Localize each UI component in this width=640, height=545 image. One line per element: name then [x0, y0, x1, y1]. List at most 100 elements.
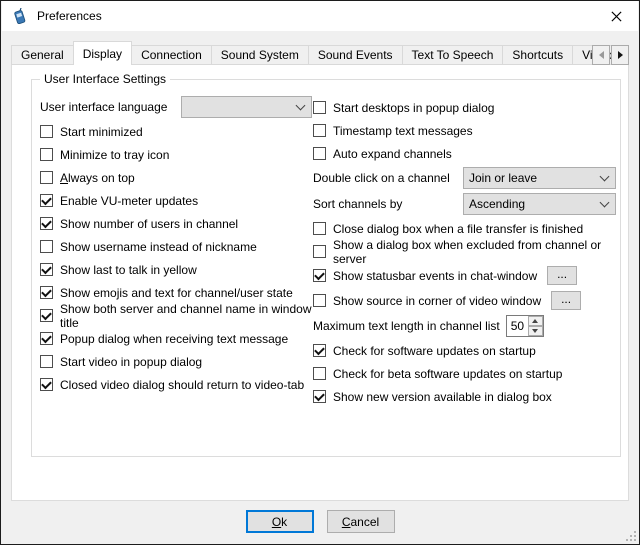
row-start-minimized: Start minimized	[40, 120, 312, 143]
checkbox-label: Start minimized	[60, 125, 143, 139]
checkbox-show-number-of-users[interactable]	[40, 217, 53, 230]
checkbox-timestamp-text-messages[interactable]	[313, 124, 326, 137]
chevron-down-icon	[600, 198, 610, 208]
arrow-right-icon	[618, 51, 623, 59]
checkbox-check-software-updates[interactable]	[313, 344, 326, 357]
ok-button-label: Ok	[272, 515, 287, 529]
row-auto-expand-channels: Auto expand channels	[313, 142, 616, 165]
row-minimize-to-tray: Minimize to tray icon	[40, 143, 312, 166]
row-start-desktops-popup: Start desktops in popup dialog	[313, 96, 616, 119]
tab-shortcuts[interactable]: Shortcuts	[502, 45, 573, 65]
titlebar: Preferences	[2, 1, 638, 31]
checkbox-closed-video-return[interactable]	[40, 378, 53, 391]
row-timestamp-text-messages: Timestamp text messages	[313, 119, 616, 142]
row-statusbar-events: Show statusbar events in chat-window ...	[313, 263, 616, 288]
checkbox-video-source-corner[interactable]	[313, 294, 326, 307]
ok-button[interactable]: Ok	[246, 510, 314, 533]
sort-channels-label: Sort channels by	[313, 197, 402, 211]
row-enable-vu-meter: Enable VU-meter updates	[40, 189, 312, 212]
row-check-beta-updates: Check for beta software updates on start…	[313, 362, 616, 385]
chevron-down-icon	[296, 100, 306, 110]
checkbox-label: Check for beta software updates on start…	[333, 367, 562, 381]
tab-bar: General Display Connection Sound System …	[11, 41, 629, 65]
spin-up-button[interactable]	[528, 316, 543, 326]
checkbox-show-last-to-talk[interactable]	[40, 263, 53, 276]
statusbar-events-browse-button[interactable]: ...	[547, 266, 577, 285]
tab-scroll-right-button[interactable]	[611, 45, 629, 65]
checkbox-close-dialog-file-transfer[interactable]	[313, 222, 326, 235]
row-closed-video-return: Closed video dialog should return to vid…	[40, 373, 312, 396]
checkbox-always-on-top[interactable]	[40, 171, 53, 184]
max-text-length-label: Maximum text length in channel list	[313, 319, 500, 333]
checkbox-label: Show username instead of nickname	[60, 240, 257, 254]
tab-pane-display: User Interface Settings User interface l…	[11, 64, 629, 501]
checkbox-popup-text-message[interactable]	[40, 332, 53, 345]
row-show-dialog-excluded: Show a dialog box when excluded from cha…	[313, 240, 616, 263]
checkbox-label: Closed video dialog should return to vid…	[60, 378, 304, 392]
tab-display[interactable]: Display	[73, 41, 132, 65]
max-text-length-spinbox[interactable]: 50	[506, 315, 544, 337]
checkbox-start-minimized[interactable]	[40, 125, 53, 138]
cancel-button-label: Cancel	[342, 515, 379, 529]
tab-sound-events[interactable]: Sound Events	[308, 45, 403, 65]
checkbox-label: Show both server and channel name in win…	[60, 302, 312, 330]
teamtalk-app-icon	[11, 8, 28, 25]
row-start-video-popup: Start video in popup dialog	[40, 350, 312, 373]
checkbox-label: Start video in popup dialog	[60, 355, 202, 369]
tab-connection[interactable]: Connection	[131, 45, 212, 65]
checkbox-show-new-version[interactable]	[313, 390, 326, 403]
checkbox-label: Show new version available in dialog box	[333, 390, 552, 404]
row-max-text-length: Maximum text length in channel list 50	[313, 313, 616, 339]
left-column: User interface language Start minimized …	[40, 93, 312, 396]
row-show-username: Show username instead of nickname	[40, 235, 312, 258]
spin-down-button[interactable]	[528, 326, 543, 336]
checkbox-minimize-to-tray[interactable]	[40, 148, 53, 161]
checkbox-show-dialog-excluded[interactable]	[313, 245, 326, 258]
cancel-button[interactable]: Cancel	[327, 510, 395, 533]
resize-grip-icon[interactable]	[634, 539, 636, 541]
row-double-click: Double click on a channel Join or leave	[313, 165, 616, 191]
close-button[interactable]	[604, 6, 628, 26]
row-language: User interface language	[40, 93, 312, 120]
checkbox-auto-expand-channels[interactable]	[313, 147, 326, 160]
checkbox-label: Show a dialog box when excluded from cha…	[333, 238, 616, 266]
checkbox-label: Always on top	[60, 171, 135, 185]
close-icon	[611, 11, 622, 22]
arrow-down-icon	[532, 329, 538, 333]
right-column: Start desktops in popup dialog Timestamp…	[313, 96, 616, 408]
checkbox-label: Enable VU-meter updates	[60, 194, 198, 208]
tab-general[interactable]: General	[11, 45, 74, 65]
chevron-down-icon	[600, 172, 610, 182]
spinbox-value[interactable]: 50	[507, 316, 528, 336]
tab-scroll-left-button[interactable]	[592, 45, 610, 65]
arrow-left-icon	[599, 51, 604, 59]
row-sort-channels: Sort channels by Ascending	[313, 191, 616, 217]
arrow-up-icon	[532, 319, 538, 323]
checkbox-label: Show emojis and text for channel/user st…	[60, 286, 293, 300]
checkbox-check-beta-updates[interactable]	[313, 367, 326, 380]
spinbox-buttons	[528, 316, 543, 336]
checkbox-enable-vu-meter[interactable]	[40, 194, 53, 207]
row-show-server-channel-title: Show both server and channel name in win…	[40, 304, 312, 327]
checkbox-show-emojis[interactable]	[40, 286, 53, 299]
groupbox-title: User Interface Settings	[40, 72, 170, 86]
checkbox-start-video-popup[interactable]	[40, 355, 53, 368]
row-show-last-to-talk: Show last to talk in yellow	[40, 258, 312, 281]
video-source-browse-button[interactable]: ...	[551, 291, 581, 310]
checkbox-label: Start desktops in popup dialog	[333, 101, 494, 115]
row-show-new-version: Show new version available in dialog box	[313, 385, 616, 408]
checkbox-statusbar-events[interactable]	[313, 269, 326, 282]
checkbox-label: Auto expand channels	[333, 147, 452, 161]
row-video-source-corner: Show source in corner of video window ..…	[313, 288, 616, 313]
groupbox-user-interface-settings: User Interface Settings User interface l…	[31, 79, 621, 457]
tab-sound-system[interactable]: Sound System	[211, 45, 309, 65]
checkbox-show-username[interactable]	[40, 240, 53, 253]
language-combobox[interactable]	[181, 96, 312, 118]
tab-text-to-speech[interactable]: Text To Speech	[402, 45, 504, 65]
checkbox-label: Check for software updates on startup	[333, 344, 536, 358]
combobox-value: Join or leave	[469, 171, 601, 185]
checkbox-start-desktops-popup[interactable]	[313, 101, 326, 114]
sort-channels-combobox[interactable]: Ascending	[463, 193, 616, 215]
checkbox-show-server-channel-title[interactable]	[40, 309, 53, 322]
double-click-combobox[interactable]: Join or leave	[463, 167, 616, 189]
